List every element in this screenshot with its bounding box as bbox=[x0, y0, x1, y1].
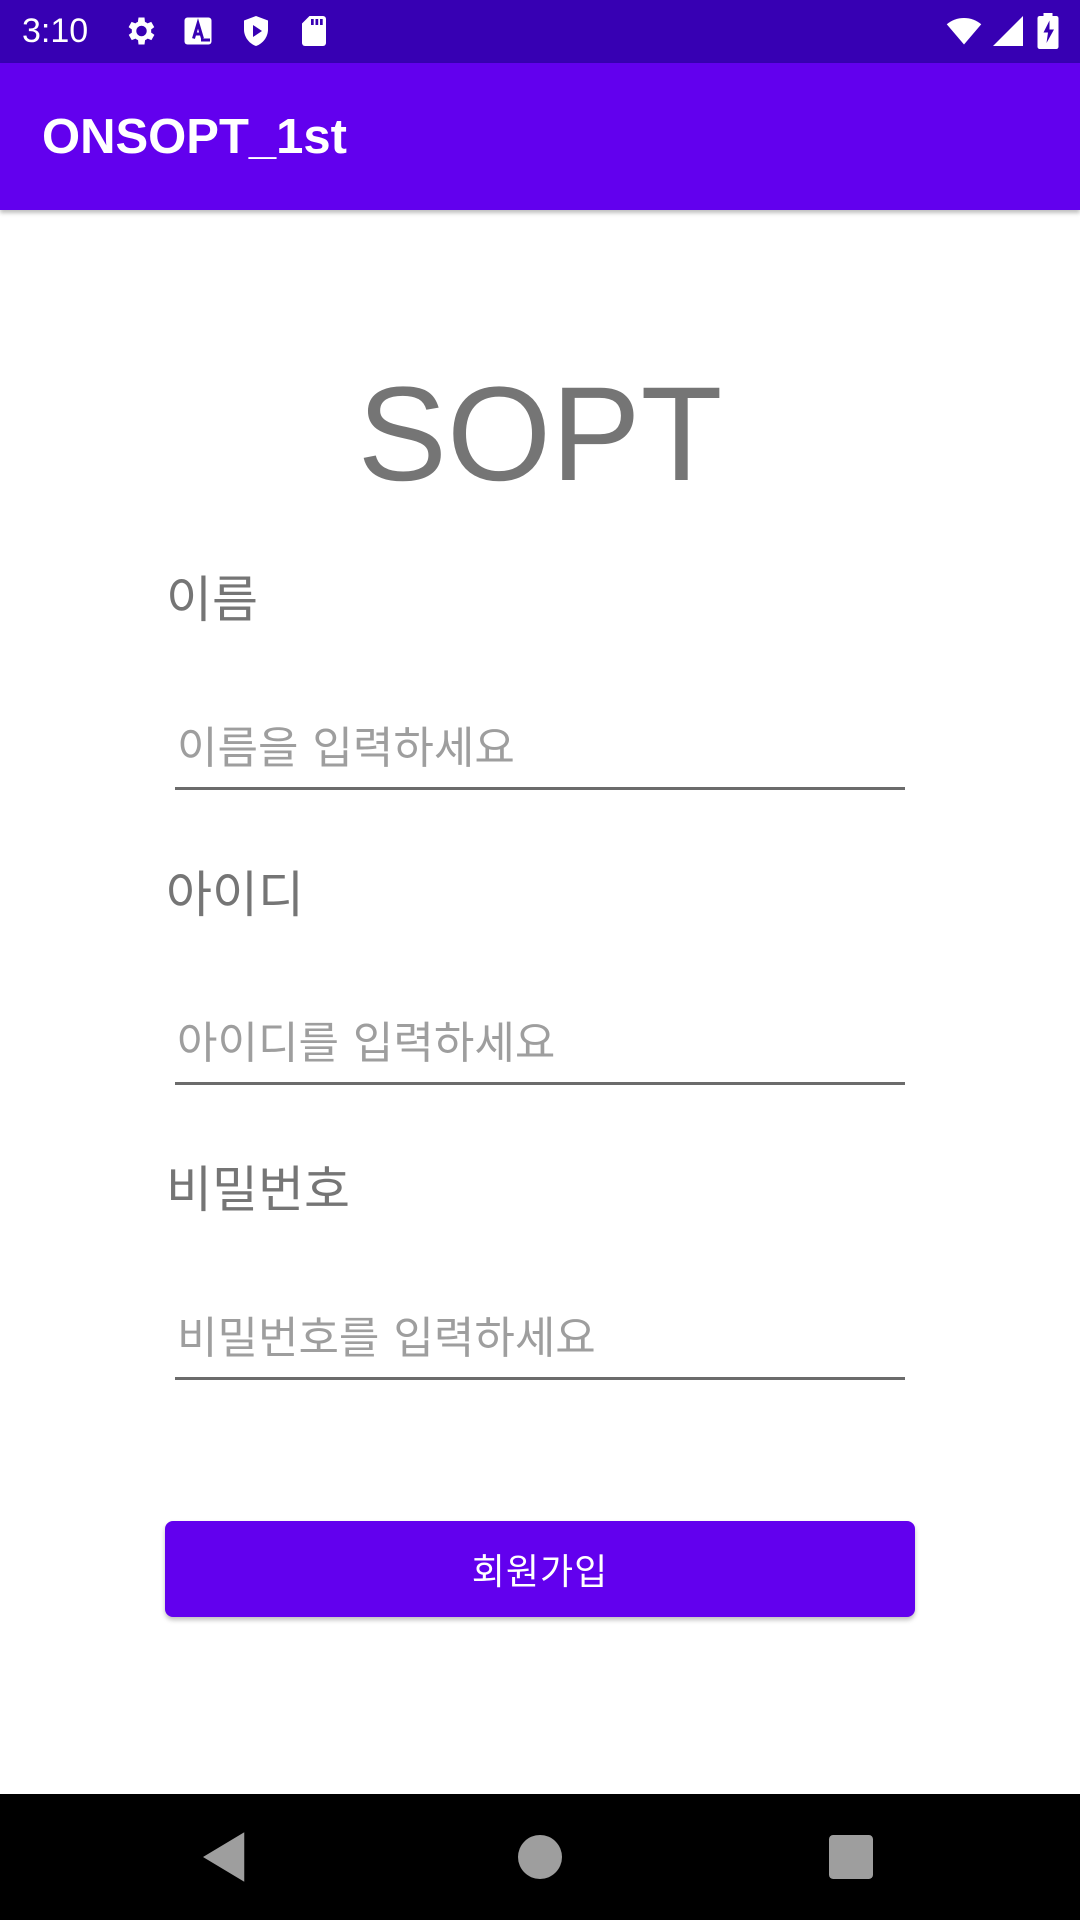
recents-icon[interactable] bbox=[818, 1824, 884, 1890]
app-title: ONSOPT_1st bbox=[42, 110, 347, 164]
wifi-icon bbox=[942, 13, 986, 49]
password-input[interactable] bbox=[175, 1300, 905, 1380]
home-icon[interactable] bbox=[507, 1824, 573, 1890]
signup-form: SOPT 이름 아이디 비밀번호 회원가입 bbox=[0, 210, 1080, 1794]
id-input[interactable] bbox=[175, 1005, 905, 1085]
password-label: 비밀번호 bbox=[166, 1161, 350, 1219]
signup-button[interactable]: 회원가입 bbox=[165, 1521, 915, 1617]
navigation-bar bbox=[0, 1794, 1080, 1920]
back-icon[interactable] bbox=[192, 1824, 258, 1890]
app-bar: ONSOPT_1st bbox=[0, 63, 1080, 210]
text-a-icon bbox=[180, 13, 216, 49]
logo-title: SOPT bbox=[357, 360, 723, 509]
sd-card-icon bbox=[296, 13, 332, 49]
name-input[interactable] bbox=[175, 710, 905, 790]
signal-icon bbox=[990, 13, 1026, 49]
status-bar: 3:10 bbox=[0, 0, 1080, 63]
id-label: 아이디 bbox=[166, 866, 304, 924]
gear-icon bbox=[122, 13, 158, 49]
shield-play-icon bbox=[238, 13, 274, 49]
name-label: 이름 bbox=[166, 571, 258, 629]
status-time: 3:10 bbox=[22, 12, 89, 50]
battery-charging-icon bbox=[1034, 13, 1062, 49]
